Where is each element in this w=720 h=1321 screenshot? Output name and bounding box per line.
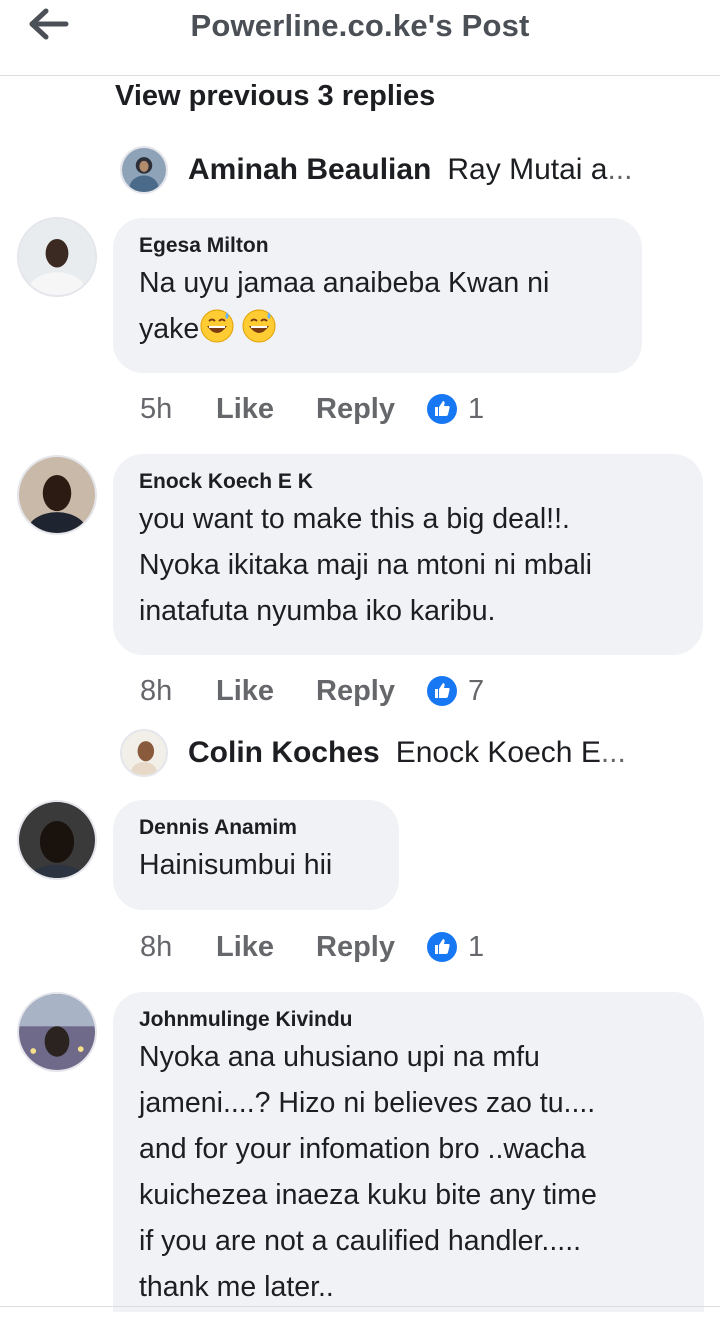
- avatar[interactable]: [17, 455, 97, 535]
- comment-line: and for your infomation bro ..wacha: [139, 1133, 586, 1165]
- comment-time[interactable]: 8h: [140, 931, 216, 964]
- reaction-count[interactable]: 7: [468, 675, 484, 708]
- reply-author-name[interactable]: Aminah Beaulian: [188, 153, 431, 187]
- comment-bubble: Dennis Anamim Hainisumbui hii: [113, 800, 399, 910]
- comment-text: Nyoka ana uhusiano upi na mfu jameni....…: [139, 1034, 678, 1310]
- comment-author[interactable]: Egesa Milton: [139, 234, 616, 258]
- comment-bubble: Johnmulinge Kivindu Nyoka ana uhusiano u…: [113, 992, 704, 1312]
- collapsed-reply[interactable]: Aminah Beaulian Ray Mutai a...: [120, 146, 632, 194]
- avatar[interactable]: [17, 217, 97, 297]
- comment-actions: 8h Like Reply 1: [140, 927, 484, 967]
- comment-text: Na uyu jamaa anaibeba Kwan ni yake: [139, 260, 616, 352]
- avatar[interactable]: [120, 729, 168, 777]
- reply-preview-text: Enock Koech E: [395, 736, 601, 769]
- comment-line: Na uyu jamaa anaibeba Kwan ni: [139, 267, 550, 299]
- grinning-sweat-emoji: [200, 309, 234, 343]
- reply-button[interactable]: Reply: [316, 931, 426, 964]
- like-button[interactable]: Like: [216, 675, 316, 708]
- like-reaction-icon[interactable]: [426, 675, 458, 707]
- reply-preview-text: Ray Mutai a: [447, 153, 608, 186]
- avatar[interactable]: [120, 146, 168, 194]
- comment-line: jameni....? Hizo ni believes zao tu....: [139, 1087, 596, 1119]
- reaction-count[interactable]: 1: [468, 393, 484, 426]
- top-bar: Powerline.co.ke's Post: [0, 0, 720, 76]
- comment-line: Nyoka ikitaka maji na mtoni ni mbali: [139, 549, 593, 581]
- comment-author[interactable]: Johnmulinge Kivindu: [139, 1008, 678, 1032]
- reply-preview-ellipsis: ...: [607, 153, 633, 186]
- collapsed-reply[interactable]: Colin Koches Enock Koech E ...: [120, 729, 626, 777]
- post-comments-page: Powerline.co.ke's Post View previous 3 r…: [0, 0, 720, 1321]
- page-title: Powerline.co.ke's Post: [190, 8, 530, 43]
- comment-line: yake: [139, 306, 616, 352]
- reply-button[interactable]: Reply: [316, 393, 426, 426]
- comment-bubble: Egesa Milton Na uyu jamaa anaibeba Kwan …: [113, 218, 642, 373]
- comment-line-text: yake: [139, 313, 200, 345]
- comment-text: Hainisumbui hii: [139, 842, 373, 888]
- like-button[interactable]: Like: [216, 393, 316, 426]
- comment-actions: 8h Like Reply 7: [140, 671, 484, 711]
- comment-bubble: Enock Koech E K you want to make this a …: [113, 454, 703, 655]
- like-reaction-icon[interactable]: [426, 931, 458, 963]
- comment-author[interactable]: Dennis Anamim: [139, 816, 373, 840]
- comment-author[interactable]: Enock Koech E K: [139, 470, 677, 494]
- view-previous-replies-link[interactable]: View previous 3 replies: [115, 80, 435, 113]
- reply-button[interactable]: Reply: [316, 675, 426, 708]
- reaction-count[interactable]: 1: [468, 931, 484, 964]
- comment-line: kuichezea inaeza kuku bite any time: [139, 1179, 597, 1211]
- comment-actions: 5h Like Reply 1: [140, 389, 484, 429]
- like-reaction-icon[interactable]: [426, 393, 458, 425]
- like-button[interactable]: Like: [216, 931, 316, 964]
- comment-time[interactable]: 5h: [140, 393, 216, 426]
- comment-line: you want to make this a big deal!!.: [139, 503, 570, 535]
- reply-author-name[interactable]: Colin Koches: [188, 736, 380, 770]
- comment-line: inatafuta nyumba iko karibu.: [139, 595, 496, 627]
- avatar[interactable]: [17, 800, 97, 880]
- bottom-divider: [0, 1306, 720, 1307]
- avatar[interactable]: [17, 992, 97, 1072]
- comment-line: if you are not a caulified handler.....: [139, 1225, 582, 1257]
- reply-preview-ellipsis: ...: [600, 736, 626, 769]
- comment-line: Hainisumbui hii: [139, 849, 333, 881]
- comment-text: you want to make this a big deal!!. Nyok…: [139, 496, 677, 634]
- grinning-sweat-emoji: [242, 309, 276, 343]
- comment-time[interactable]: 8h: [140, 675, 216, 708]
- comment-line: thank me later..: [139, 1271, 334, 1303]
- comment-line: Nyoka ana uhusiano upi na mfu: [139, 1041, 540, 1073]
